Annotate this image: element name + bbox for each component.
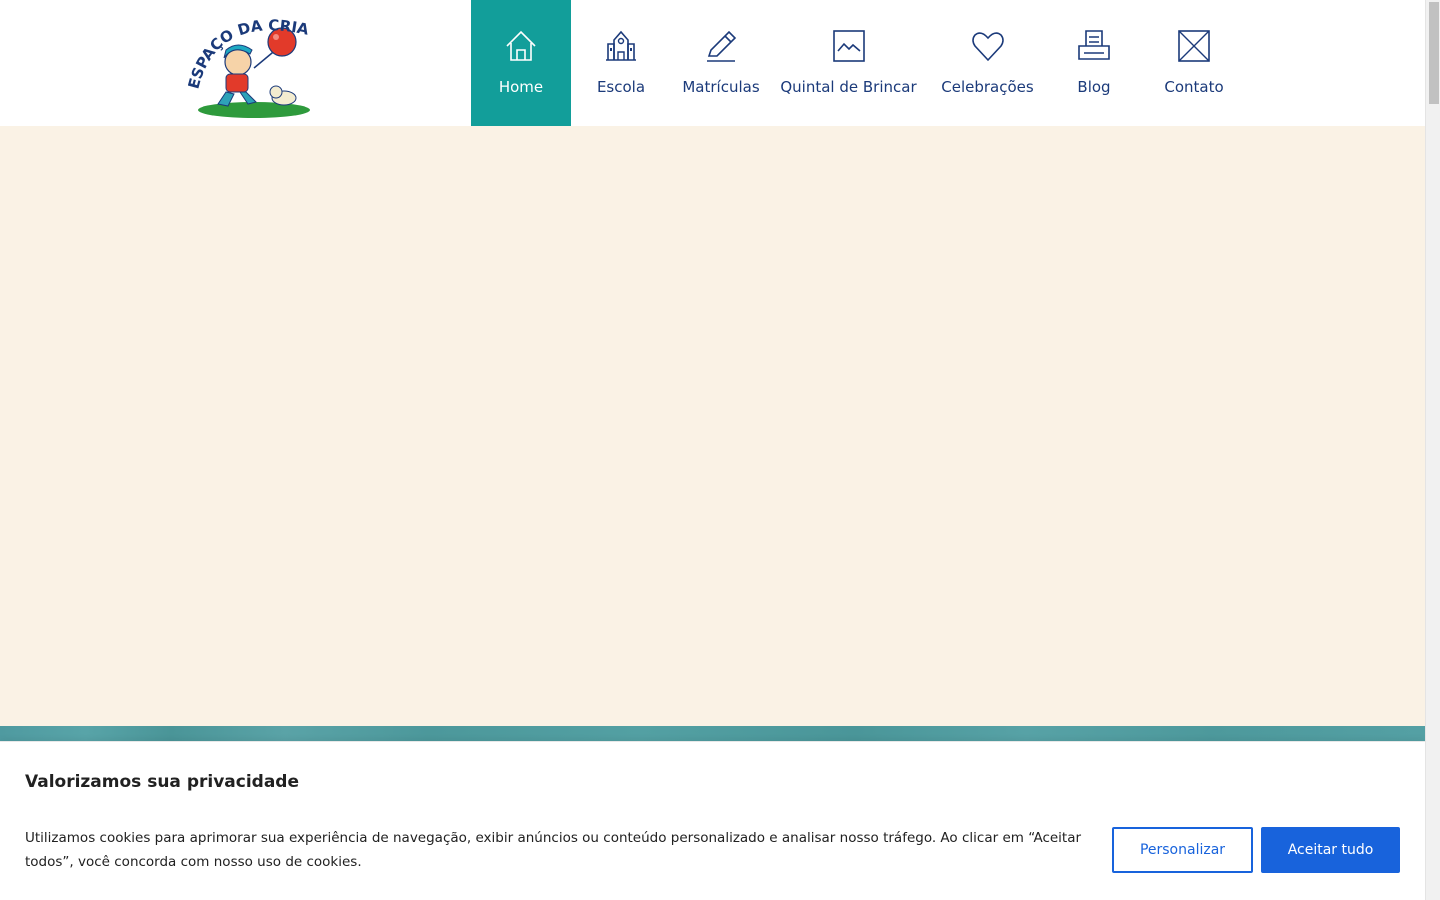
nav-item-blog[interactable]: Blog — [1049, 0, 1139, 126]
page: ESPAÇO DA CRIANÇA Home — [0, 0, 1425, 900]
customize-button[interactable]: Personalizar — [1112, 827, 1253, 873]
vertical-scrollbar[interactable] — [1425, 0, 1440, 900]
heart-icon — [971, 32, 1004, 62]
hero-section — [0, 126, 1425, 726]
nav-item-label: Matrículas — [682, 78, 760, 96]
school-building-icon — [606, 30, 636, 61]
nav-item-escola[interactable]: Escola — [571, 0, 671, 126]
nav-item-quintal-de-brincar[interactable]: Quintal de Brincar — [771, 0, 926, 126]
nav-item-label: Quintal de Brincar — [780, 78, 917, 96]
nav-item-celebracoes[interactable]: Celebrações — [926, 0, 1049, 126]
nav-item-label: Blog — [1077, 78, 1111, 96]
nav-item-label: Home — [498, 78, 544, 96]
nav-item-home[interactable]: Home — [471, 0, 571, 126]
logo-graphic: ESPAÇO DA CRIANÇA — [182, 0, 311, 118]
cookie-description: Utilizamos cookies para aprimorar sua ex… — [25, 830, 1082, 870]
home-icon — [506, 30, 536, 61]
espaco-da-crianca-logo[interactable]: ESPAÇO DA CRIANÇA — [182, 0, 316, 120]
pencil-icon — [707, 30, 737, 62]
nav-item-label: Contato — [1164, 78, 1224, 96]
site-header: ESPAÇO DA CRIANÇA Home — [0, 0, 1425, 126]
typewriter-icon — [1078, 30, 1110, 60]
nav-item-matriculas[interactable]: Matrículas — [671, 0, 771, 126]
nav-item-contato[interactable]: Contato — [1139, 0, 1249, 126]
nav-item-label: Celebrações — [941, 78, 1034, 96]
landscape-image-icon — [832, 30, 865, 62]
cookie-title: Valorizamos sua privacidade — [25, 772, 300, 792]
main-navigation: Home Escola Matrículas Quintal de Brinca… — [471, 0, 1249, 126]
accept-all-button[interactable]: Aceitar tudo — [1261, 827, 1400, 873]
cookie-consent-banner: Valorizamos sua privacidade Utilizamos c… — [0, 741, 1425, 900]
envelope-icon — [1178, 30, 1210, 62]
nav-item-label: Escola — [596, 78, 646, 96]
scrollbar-thumb[interactable] — [1429, 2, 1439, 104]
